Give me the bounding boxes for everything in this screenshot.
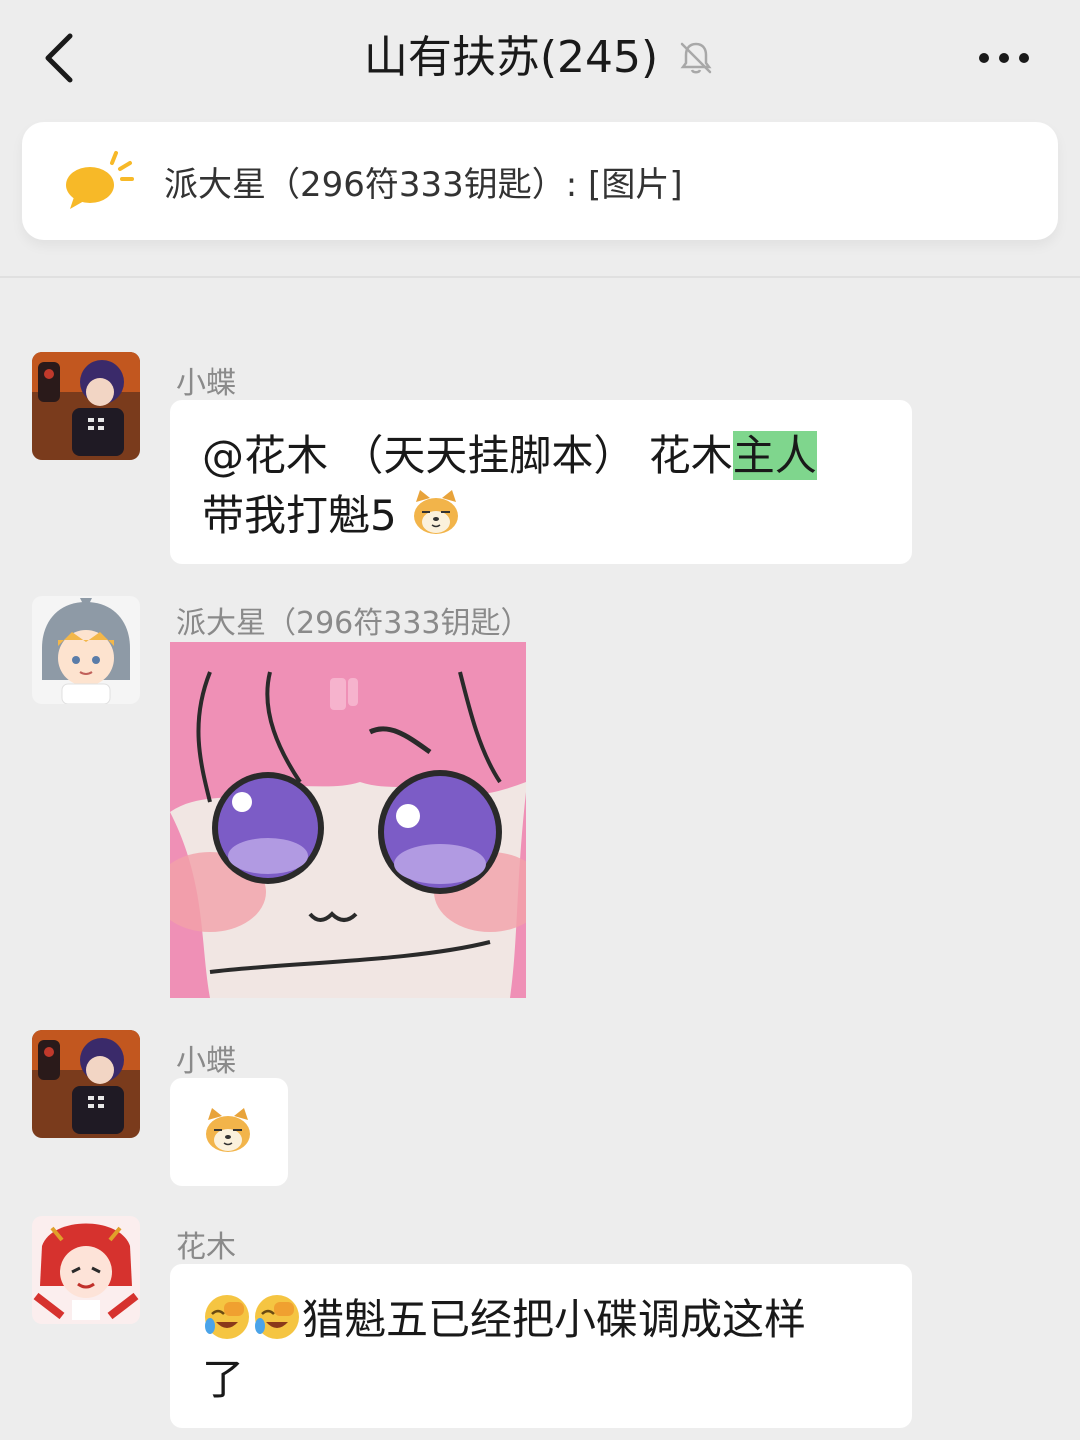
message-line: 带我打魁5 — [202, 486, 880, 546]
sender-name: 小蝶 — [176, 366, 236, 401]
avatar-image — [32, 1030, 140, 1138]
message-text: 了 — [202, 1355, 245, 1404]
highlighted-text: 主人 — [732, 431, 817, 480]
message-text: 带我打魁5 — [202, 491, 397, 540]
divider — [0, 276, 1080, 278]
speech-bubble-icon — [66, 151, 134, 209]
doge-emoji — [414, 490, 459, 534]
message-bubble[interactable]: 猎魁五已经把小碟调成这样 了 — [170, 1264, 912, 1428]
message-line: @花木 （天天挂脚本） 花木主人 — [202, 426, 880, 486]
avatar[interactable] — [32, 352, 140, 460]
message-bubble[interactable] — [170, 1078, 288, 1186]
avatar-image — [32, 1216, 140, 1324]
notice-text: 派大星（296符333钥匙）: [图片] — [164, 164, 683, 205]
facepalm-laugh-emoji — [205, 1295, 249, 1339]
group-name: 山有扶苏(245) — [363, 32, 659, 83]
doge-emoji — [206, 1108, 250, 1152]
sender-name: 花木 — [176, 1230, 236, 1265]
message-bubble[interactable]: @花木 （天天挂脚本） 花木主人 带我打魁5 — [170, 400, 912, 564]
avatar[interactable] — [32, 596, 140, 704]
ellipsis-icon[interactable] — [976, 46, 1032, 70]
message-line: 了 — [202, 1350, 880, 1410]
sender-name: 派大星（296符333钥匙） — [176, 606, 531, 641]
avatar-image — [32, 352, 140, 460]
message-text: 猎魁五已经把小碟调成这样 — [302, 1295, 807, 1344]
anime-girl-sticker[interactable] — [170, 642, 526, 998]
avatar-image — [32, 596, 140, 704]
avatar[interactable] — [32, 1216, 140, 1324]
message-line: 猎魁五已经把小碟调成这样 — [202, 1290, 880, 1350]
pinned-notice[interactable]: 派大星（296符333钥匙）: [图片] — [22, 122, 1058, 240]
bell-off-icon — [680, 42, 712, 74]
message-text: @花木 （天天挂脚本） 花木 — [202, 431, 733, 480]
avatar[interactable] — [32, 1030, 140, 1138]
chat-header: 山有扶苏(245) — [0, 0, 1080, 118]
page-title: 山有扶苏(245) — [0, 28, 1080, 88]
facepalm-laugh-emoji — [255, 1295, 299, 1339]
sender-name: 小蝶 — [176, 1044, 236, 1079]
